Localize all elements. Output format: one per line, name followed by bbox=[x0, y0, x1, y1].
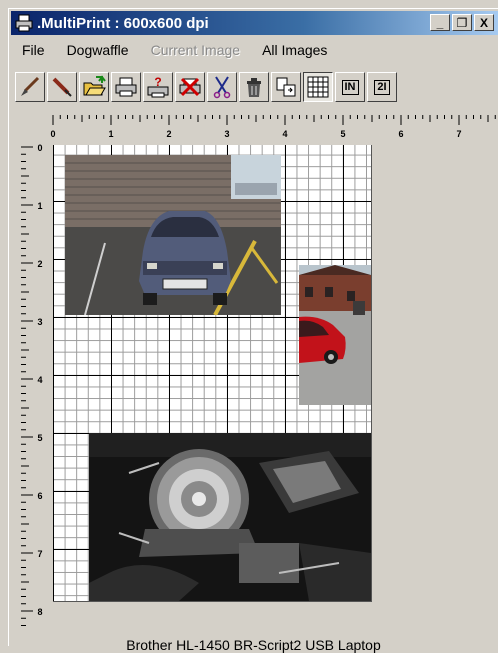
ruler-label: 0 bbox=[37, 143, 42, 153]
ruler-label: 1 bbox=[108, 129, 113, 139]
restore-icon: ❐ bbox=[456, 15, 468, 30]
print-page[interactable] bbox=[53, 145, 372, 602]
ruler-label: 6 bbox=[37, 491, 42, 501]
ruler-label: 3 bbox=[224, 129, 229, 139]
restore-button[interactable]: ❐ bbox=[452, 14, 472, 31]
ruler-label: 5 bbox=[37, 433, 42, 443]
grid-icon bbox=[307, 76, 329, 98]
menu-file[interactable]: File bbox=[11, 42, 56, 58]
minimize-icon: _ bbox=[436, 15, 444, 30]
caption-buttons: _ ❐ X bbox=[430, 14, 494, 31]
move-button[interactable] bbox=[271, 72, 301, 102]
printer-icon bbox=[115, 77, 137, 97]
toolbar: ? IN 2I bbox=[15, 71, 399, 103]
engine-photo[interactable] bbox=[89, 433, 371, 601]
cut-button[interactable] bbox=[207, 72, 237, 102]
ruler-label: 7 bbox=[37, 549, 42, 559]
red-car-photo[interactable] bbox=[299, 265, 371, 405]
pen-icon bbox=[52, 77, 72, 97]
ruler-label: 4 bbox=[37, 375, 42, 385]
title-bar[interactable]: .MultiPrint : 600x600 dpi _ ❐ X bbox=[11, 11, 498, 35]
ruler-label: 2 bbox=[37, 259, 42, 269]
ruler-label: 3 bbox=[37, 317, 42, 327]
print-button[interactable] bbox=[111, 72, 141, 102]
pages-button[interactable]: 2I bbox=[367, 72, 397, 102]
menu-bar: File Dogwaffle Current Image All Images bbox=[11, 39, 338, 61]
vertical-ruler: 0 1 2 3 4 5 6 7 8 bbox=[21, 143, 43, 626]
open-folder-icon bbox=[83, 75, 106, 96]
scissors-icon bbox=[213, 76, 231, 99]
window-title: .MultiPrint : 600x600 dpi bbox=[37, 14, 209, 32]
grid-toggle-button[interactable] bbox=[303, 72, 333, 102]
menu-dogwaffle[interactable]: Dogwaffle bbox=[56, 42, 140, 58]
menu-all-images[interactable]: All Images bbox=[251, 42, 338, 58]
pen-button[interactable] bbox=[47, 72, 77, 102]
trash-icon bbox=[247, 78, 261, 97]
ruler-label: 8 bbox=[37, 607, 42, 617]
print-setup-icon: ? bbox=[147, 75, 169, 98]
ruler-label: 5 bbox=[340, 129, 345, 139]
units-inch-button[interactable]: IN bbox=[335, 72, 365, 102]
pages-icon: 2I bbox=[374, 79, 390, 95]
menu-current-image[interactable]: Current Image bbox=[140, 42, 251, 58]
status-printer: Brother HL-1450 BR-Script2 USB Laptop bbox=[126, 637, 381, 653]
minimize-button[interactable]: _ bbox=[430, 14, 450, 31]
brush-icon bbox=[21, 76, 40, 96]
ruler-label: 7 bbox=[456, 129, 461, 139]
print-setup-button[interactable]: ? bbox=[143, 72, 173, 102]
ruler-label: 1 bbox=[37, 201, 42, 211]
delete-button[interactable] bbox=[239, 72, 269, 102]
cancel-print-button[interactable] bbox=[175, 72, 205, 102]
ruler-label: 2 bbox=[166, 129, 171, 139]
horizontal-ruler: 0 1 2 3 4 5 6 7 bbox=[50, 115, 496, 139]
units-inch-icon: IN bbox=[341, 79, 359, 95]
printer-app-icon bbox=[15, 14, 33, 32]
ruler-label: 4 bbox=[282, 129, 287, 139]
svg-text:?: ? bbox=[154, 75, 161, 89]
move-icon bbox=[276, 77, 296, 97]
brush-button[interactable] bbox=[15, 72, 45, 102]
car-photo[interactable] bbox=[65, 155, 281, 315]
close-icon: X bbox=[479, 15, 488, 30]
close-button[interactable]: X bbox=[474, 14, 494, 31]
multiprint-window: .MultiPrint : 600x600 dpi _ ❐ X File Dog… bbox=[8, 8, 498, 653]
ruler-label: 6 bbox=[398, 129, 403, 139]
cancel-print-icon bbox=[179, 77, 201, 97]
open-button[interactable] bbox=[79, 72, 109, 102]
ruler-label: 0 bbox=[50, 129, 55, 139]
